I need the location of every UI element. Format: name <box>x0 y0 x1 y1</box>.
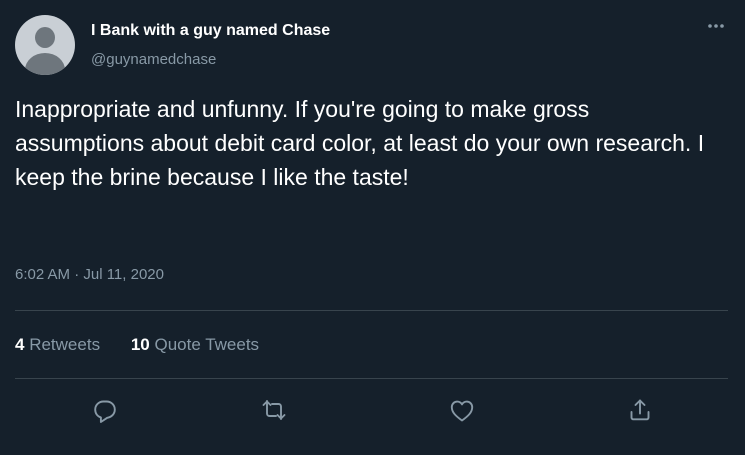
user-handle[interactable]: @guynamedchase <box>91 51 216 68</box>
share-icon[interactable] <box>625 395 655 425</box>
retweets-count: 4 <box>15 335 25 354</box>
reply-icon[interactable] <box>90 395 120 425</box>
display-name[interactable]: I Bank with a guy named Chase <box>91 22 330 40</box>
tweet-stats: 4 Retweets 10 Quote Tweets <box>15 335 285 355</box>
avatar[interactable] <box>15 15 75 75</box>
more-horizontal-icon[interactable] <box>700 14 732 38</box>
retweet-icon[interactable] <box>259 395 289 425</box>
divider <box>15 310 728 311</box>
quote-tweets-stat[interactable]: 10 Quote Tweets <box>131 335 259 355</box>
retweets-stat[interactable]: 4 Retweets <box>15 335 100 355</box>
quote-tweets-count: 10 <box>130 335 150 354</box>
avatar-body-shape <box>25 53 65 75</box>
retweets-label: Retweets <box>29 335 101 354</box>
quote-tweets-label: Quote Tweets <box>154 335 260 354</box>
tweet-card: I Bank with a guy named Chase @guynamedc… <box>0 0 745 455</box>
heart-icon[interactable] <box>447 395 477 425</box>
tweet-timestamp[interactable]: 6:02 AM · Jul 11, 2020 <box>15 266 164 283</box>
avatar-head-shape <box>35 27 55 48</box>
tweet-text: Inappropriate and unfunny. If you're goi… <box>15 96 705 190</box>
divider <box>15 378 728 379</box>
